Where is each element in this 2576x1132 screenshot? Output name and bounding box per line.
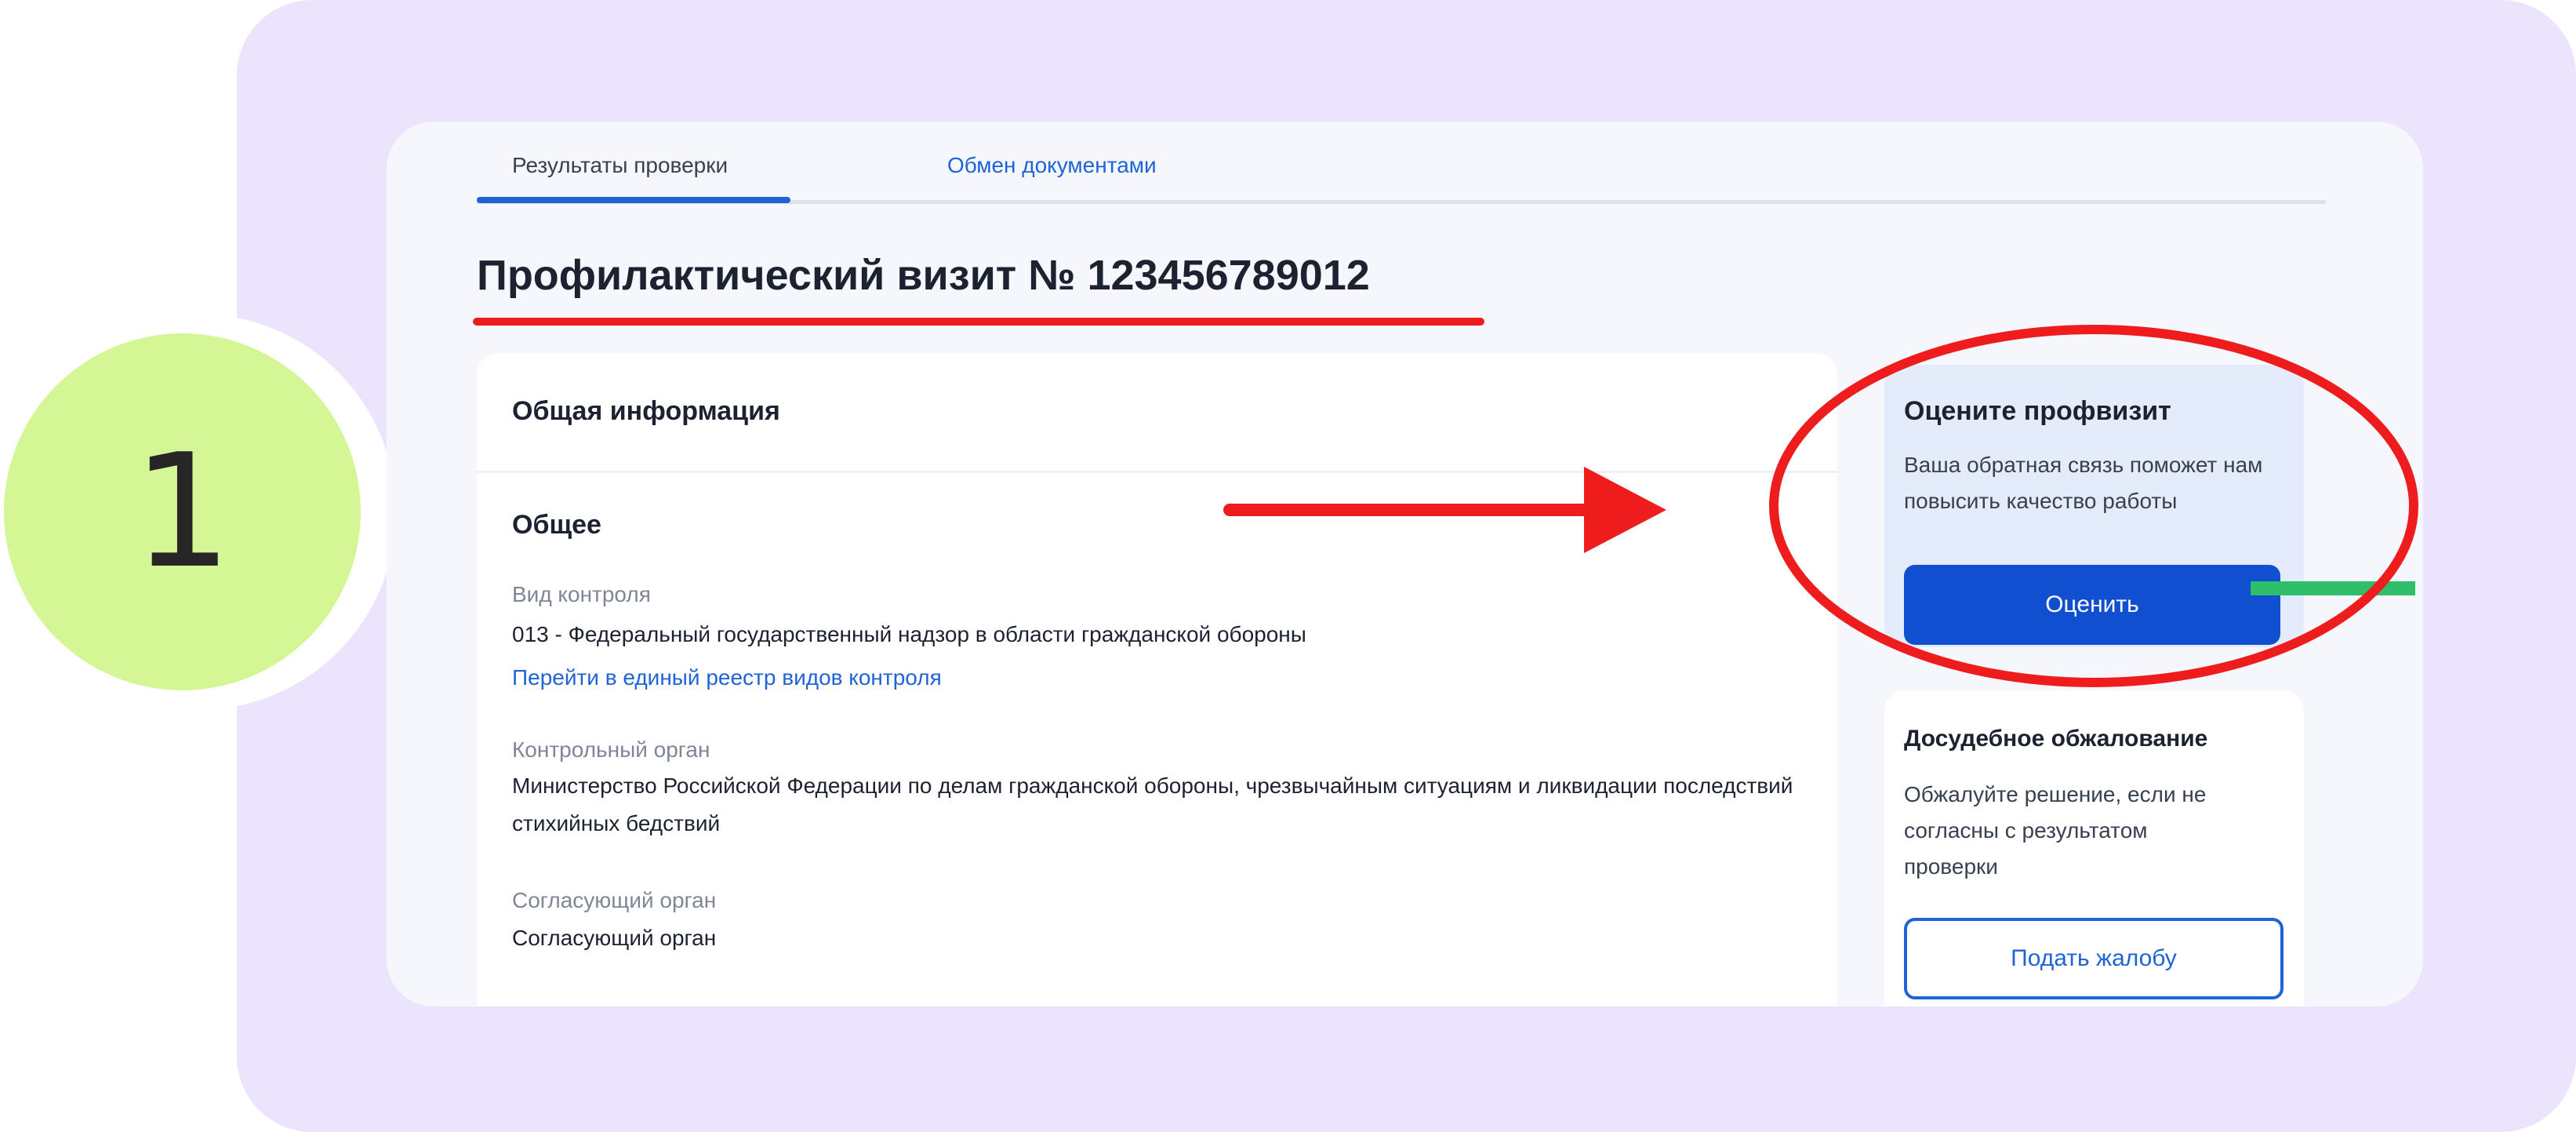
annotation-overlay [1223, 325, 2418, 687]
red-arrow-icon [1223, 467, 1666, 553]
red-highlight-ellipse [1769, 325, 2418, 687]
